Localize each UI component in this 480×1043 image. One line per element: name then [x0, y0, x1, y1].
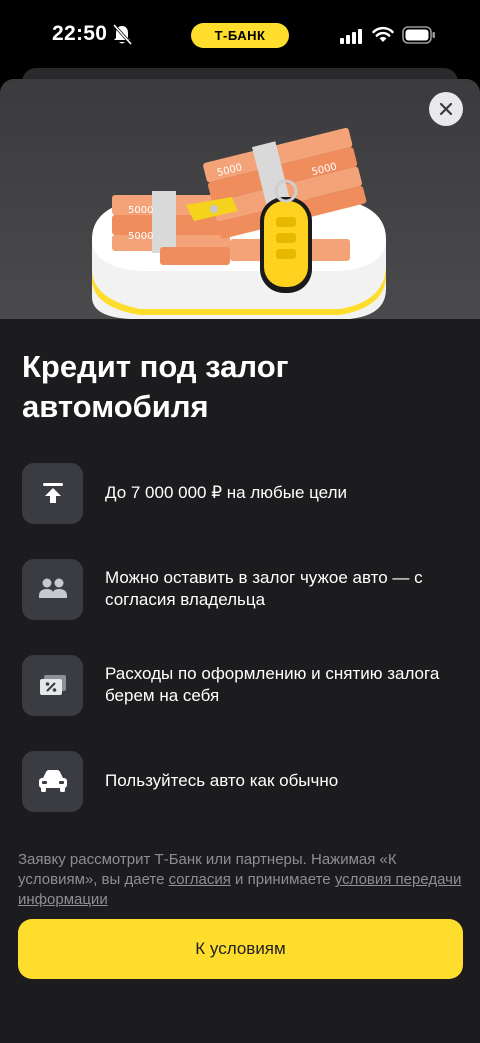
feature-icon-tile — [22, 558, 83, 620]
feature-text: До 7 000 000 ₽ на любые цели — [105, 483, 347, 502]
battery-icon — [402, 26, 435, 44]
upload-arrow-icon — [42, 483, 63, 503]
hero-image: 5000 5000 5000 5000 — [0, 79, 480, 319]
car-icon — [38, 770, 67, 792]
feature-icon-tile — [22, 750, 83, 812]
close-icon — [439, 102, 453, 116]
consent-link[interactable]: согласия — [169, 871, 231, 888]
feature-text: Пользуйтесь авто как обычно — [105, 771, 339, 790]
car-key-on-money-stacks-illustration: 5000 5000 5000 5000 — [92, 127, 386, 319]
feature-item-use-car: Пользуйтесь авто как обычно — [22, 750, 462, 812]
to-terms-button[interactable]: К условиям — [18, 919, 463, 979]
status-bar: 22:50 Т-БАНК — [0, 0, 480, 70]
feature-item-expenses: Расходы по оформлению и снятию залога бе… — [22, 654, 462, 716]
wifi-icon — [372, 26, 394, 42]
close-button[interactable] — [429, 92, 463, 126]
sheet-title: Кредит под залог автомобиля — [22, 349, 289, 424]
feature-icon-tile — [22, 462, 83, 524]
feature-item-third-party-car: Можно оставить в залог чужое авто — с со… — [22, 558, 462, 620]
svg-text:5000: 5000 — [128, 231, 153, 242]
bell-slash-icon — [112, 24, 132, 46]
feature-text: Можно оставить в залог чужое авто — с со… — [105, 568, 423, 609]
bank-label: Т-БАНК — [191, 23, 289, 48]
feature-text: Расходы по оформлению и снятию залога бе… — [105, 664, 440, 705]
discount-ticket-icon — [39, 675, 66, 695]
feature-icon-tile — [22, 654, 83, 716]
legal-text: и принимаете — [230, 871, 335, 888]
svg-text:5000: 5000 — [128, 205, 153, 216]
loan-offer-sheet: 5000 5000 5000 5000 Кредит под залог авт… — [0, 79, 480, 1043]
feature-item-amount: До 7 000 000 ₽ на любые цели — [22, 462, 462, 524]
status-time: 22:50 — [52, 22, 108, 45]
legal-disclaimer: Заявку рассмотрит Т-Банк или партнеры. Н… — [18, 850, 464, 910]
people-icon — [38, 578, 67, 598]
cellular-signal-icon — [340, 29, 362, 44]
